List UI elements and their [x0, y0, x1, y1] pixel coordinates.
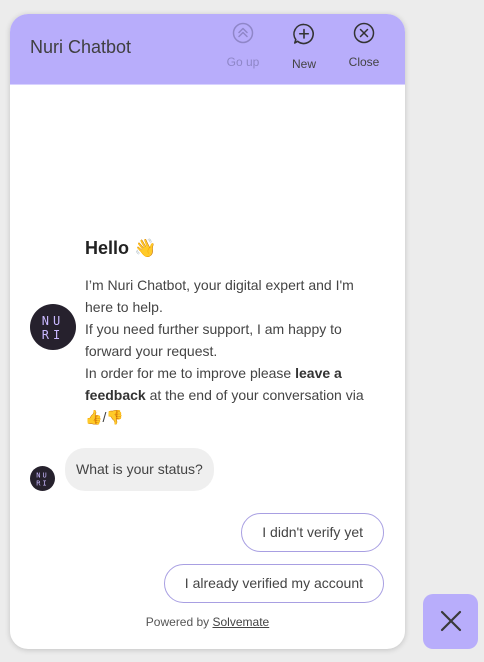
powered-by-footer: Powered by Solvemate: [10, 615, 405, 629]
avatar-text-top: NU: [42, 314, 64, 328]
close-x-icon: [423, 610, 478, 632]
avatar-small-text-top: NU: [36, 472, 48, 480]
close-chat-label: Close: [348, 55, 380, 69]
thumbs-up-icon: 👍: [85, 409, 103, 425]
intro-line-1: I’m Nuri Chatbot, your digital expert an…: [85, 277, 354, 315]
bot-intro-message: I’m Nuri Chatbot, your digital expert an…: [85, 274, 385, 428]
bot-avatar: NU RI: [30, 304, 76, 350]
go-up-label: Go up: [226, 55, 260, 69]
double-chevron-up-circle-icon: [217, 22, 269, 44]
thumbs-down-icon: 👎: [106, 409, 124, 425]
avatar-small-text-bottom: RI: [36, 480, 48, 488]
intro-line-2: If you need further support, I am happy …: [85, 321, 342, 359]
go-up-button[interactable]: Go up: [217, 22, 269, 69]
solvemate-link[interactable]: Solvemate: [213, 615, 270, 629]
new-chat-button[interactable]: New: [278, 22, 330, 71]
chat-header: Nuri Chatbot Go up New Close: [10, 14, 405, 85]
intro-line-3-prefix: In order for me to improve please: [85, 365, 296, 381]
chat-widget: Nuri Chatbot Go up New Close Hello 👋 NU …: [10, 14, 405, 649]
powered-by-text: Powered by: [145, 615, 213, 629]
close-widget-fab-button[interactable]: [423, 594, 478, 649]
bot-avatar-small: NU RI: [30, 466, 55, 491]
chat-title: Nuri Chatbot: [30, 37, 132, 57]
chat-plus-icon: [278, 22, 330, 46]
waving-hand-icon: 👋: [134, 238, 157, 258]
greeting-heading: Hello 👋: [85, 238, 156, 259]
quick-reply-not-verified-button[interactable]: I didn't verify yet: [241, 513, 384, 552]
intro-line-3: In order for me to improve please leave …: [85, 362, 385, 428]
greeting-text: Hello: [85, 238, 130, 258]
avatar-text-bottom: RI: [42, 328, 64, 342]
bot-question-bubble: What is your status?: [65, 448, 214, 491]
x-circle-icon: [338, 22, 390, 44]
intro-line-3-suffix: at the end of your conversation via: [145, 387, 364, 403]
close-chat-button[interactable]: Close: [338, 22, 390, 69]
quick-reply-verified-button[interactable]: I already verified my account: [163, 564, 384, 603]
new-chat-label: New: [291, 57, 316, 71]
